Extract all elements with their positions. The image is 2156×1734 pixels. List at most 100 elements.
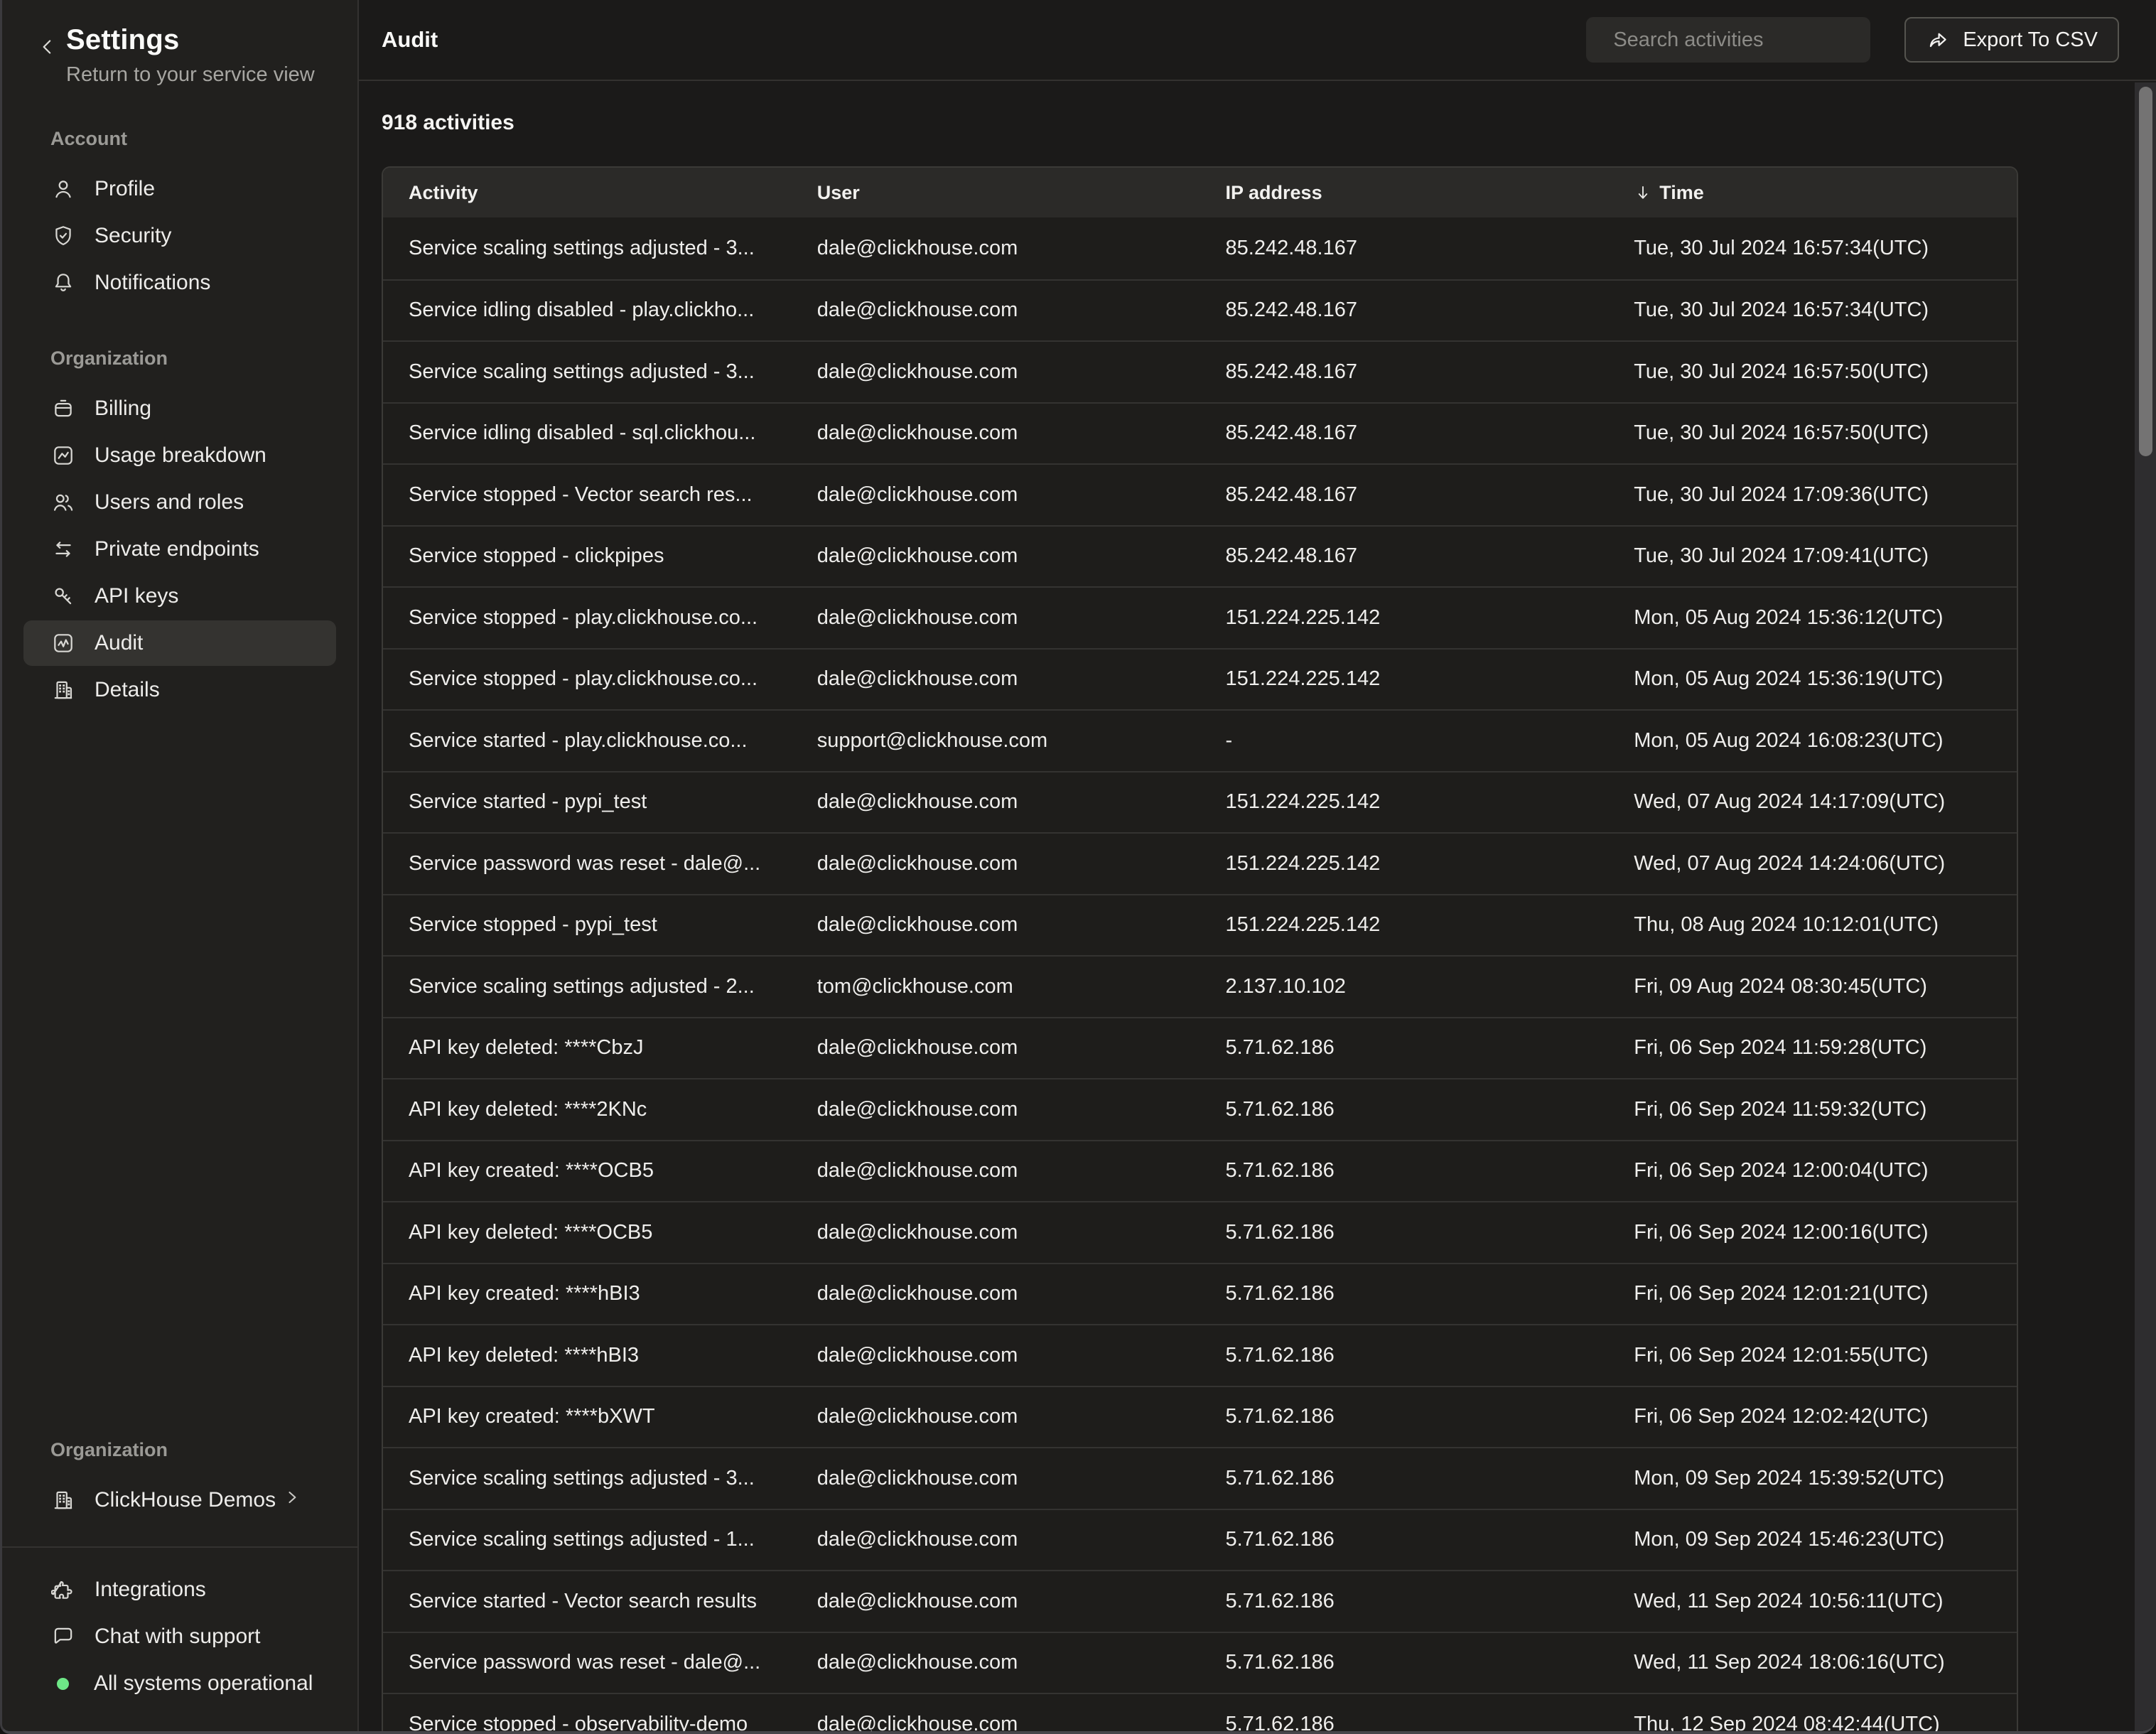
sidebar-item-api-keys[interactable]: API keys [23,573,336,619]
export-icon [1926,28,1950,52]
cell-ip: 151.224.225.142 [1200,606,1609,630]
sidebar-item-label: Profile [95,177,155,201]
sidebar-item-label: Private endpoints [95,537,259,561]
cell-ip: 5.71.62.186 [1200,1159,1609,1183]
cell-time: Fri, 09 Aug 2024 08:30:45(UTC) [1608,975,2017,998]
table-row: Service started - Vector search resultsd… [383,1570,2017,1632]
sidebar-item-audit[interactable]: Audit [23,620,336,666]
table-row: Service idling disabled - play.clickho..… [383,279,2017,341]
table-row: Service idling disabled - sql.clickhou..… [383,402,2017,464]
cell-time: Fri, 06 Sep 2024 12:02:42(UTC) [1608,1405,2017,1428]
cell-activity: Service password was reset - dale@... [383,852,792,876]
cell-user: dale@clickhouse.com [792,1590,1200,1613]
cell-ip: 5.71.62.186 [1200,1651,1609,1674]
cell-activity: Service stopped - pypi_test [383,913,792,937]
sidebar-item-integrations[interactable]: Integrations [23,1567,336,1612]
cell-activity: Service stopped - clickpipes [383,544,792,568]
export-csv-button[interactable]: Export To CSV [1904,17,2119,63]
table-body: Service scaling settings adjusted - 3...… [383,217,2017,1731]
table-row: Service stopped - observability-demodale… [383,1693,2017,1731]
cell-ip: 5.71.62.186 [1200,1713,1609,1731]
table-row: Service stopped - play.clickhouse.co...d… [383,586,2017,648]
users-icon [50,490,76,515]
column-header-ip[interactable]: IP address [1200,182,1609,204]
sidebar-item-security[interactable]: Security [23,213,336,259]
cell-time: Fri, 06 Sep 2024 12:00:16(UTC) [1608,1221,2017,1244]
cell-time: Fri, 06 Sep 2024 11:59:28(UTC) [1608,1036,2017,1060]
sidebar-sections: AccountProfileSecurityNotificationsOrgan… [2,87,357,713]
puzzle-icon [50,1577,76,1603]
table-row: API key deleted: ****OCB5dale@clickhouse… [383,1201,2017,1263]
chevron-right-icon [282,1487,302,1513]
cell-ip: - [1200,729,1609,753]
sidebar-item-label: API keys [95,584,178,608]
cell-ip: 5.71.62.186 [1200,1467,1609,1490]
sidebar-item-label: Chat with support [95,1625,260,1649]
cell-time: Tue, 30 Jul 2024 16:57:34(UTC) [1608,237,2017,260]
topbar: Audit Export To CSV [359,0,2156,81]
search-input[interactable] [1612,28,1882,53]
sidebar-divider [2,1546,357,1548]
cell-user: dale@clickhouse.com [792,360,1200,384]
main-panel: Audit Export To CSV 918 activities Activ… [359,0,2156,1731]
cell-activity: Service scaling settings adjusted - 3... [383,1467,792,1490]
cell-time: Tue, 30 Jul 2024 16:57:50(UTC) [1608,360,2017,384]
keys-icon [50,583,76,609]
cell-user: dale@clickhouse.com [792,237,1200,260]
back-button[interactable] [33,34,62,63]
cell-time: Fri, 06 Sep 2024 12:00:04(UTC) [1608,1159,2017,1183]
table-row: API key created: ****hBI3dale@clickhouse… [383,1263,2017,1325]
cell-user: dale@clickhouse.com [792,421,1200,445]
table-row: Service stopped - Vector search res...da… [383,463,2017,525]
cell-activity: API key deleted: ****CbzJ [383,1036,792,1060]
cell-time: Fri, 06 Sep 2024 11:59:32(UTC) [1608,1098,2017,1121]
cell-user: dale@clickhouse.com [792,913,1200,937]
sidebar-item-all-systems-operational[interactable]: All systems operational [23,1661,336,1706]
cell-user: dale@clickhouse.com [792,790,1200,814]
cell-time: Fri, 06 Sep 2024 12:01:55(UTC) [1608,1344,2017,1367]
cell-activity: Service started - play.clickhouse.co... [383,729,792,753]
column-header-activity[interactable]: Activity [383,182,792,204]
sidebar-item-label: Details [95,678,160,702]
column-header-time[interactable]: Time [1608,182,2017,204]
sidebar-item-details[interactable]: Details [23,667,336,713]
sidebar-item-clickhouse-demos[interactable]: ClickHouse Demos [23,1477,336,1523]
table-row: Service scaling settings adjusted - 3...… [383,340,2017,402]
sidebar-item-notifications[interactable]: Notifications [23,260,336,306]
cell-ip: 151.224.225.142 [1200,667,1609,691]
sidebar-item-label: Notifications [95,271,210,295]
cell-time: Mon, 05 Aug 2024 15:36:19(UTC) [1608,667,2017,691]
usage-icon [50,443,76,468]
sidebar-item-usage-breakdown[interactable]: Usage breakdown [23,433,336,478]
sidebar-item-label: Integrations [95,1578,206,1602]
activity-count: 918 activities [382,111,2156,135]
sidebar-item-users-and-roles[interactable]: Users and roles [23,480,336,525]
cell-user: dale@clickhouse.com [792,606,1200,630]
cell-ip: 5.71.62.186 [1200,1344,1609,1367]
scrollbar-thumb[interactable] [2139,87,2152,456]
cell-user: dale@clickhouse.com [792,1405,1200,1428]
table-row: API key created: ****bXWTdale@clickhouse… [383,1386,2017,1448]
sidebar-item-chat-with-support[interactable]: Chat with support [23,1614,336,1659]
sidebar-item-private-endpoints[interactable]: Private endpoints [23,527,336,572]
search-box[interactable] [1586,17,1870,63]
cell-user: dale@clickhouse.com [792,544,1200,568]
cell-user: dale@clickhouse.com [792,1098,1200,1121]
cell-ip: 85.242.48.167 [1200,421,1609,445]
cell-ip: 85.242.48.167 [1200,298,1609,322]
table-row: Service stopped - pypi_testdale@clickhou… [383,894,2017,956]
chat-icon [50,1624,76,1649]
table-header: Activity User IP address Time [383,168,2017,217]
sidebar-item-billing[interactable]: Billing [23,386,336,431]
cell-activity: Service stopped - observability-demo [383,1713,792,1731]
cell-time: Wed, 11 Sep 2024 18:06:16(UTC) [1608,1651,2017,1674]
column-header-user[interactable]: User [792,182,1200,204]
table-row: Service started - play.clickhouse.co...s… [383,709,2017,771]
cell-user: dale@clickhouse.com [792,1344,1200,1367]
table-row: API key deleted: ****2KNcdale@clickhouse… [383,1078,2017,1140]
cell-ip: 5.71.62.186 [1200,1221,1609,1244]
sidebar-item-profile[interactable]: Profile [23,166,336,212]
scrollbar-track[interactable] [2135,82,2156,1731]
cell-ip: 5.71.62.186 [1200,1282,1609,1305]
cell-user: dale@clickhouse.com [792,667,1200,691]
